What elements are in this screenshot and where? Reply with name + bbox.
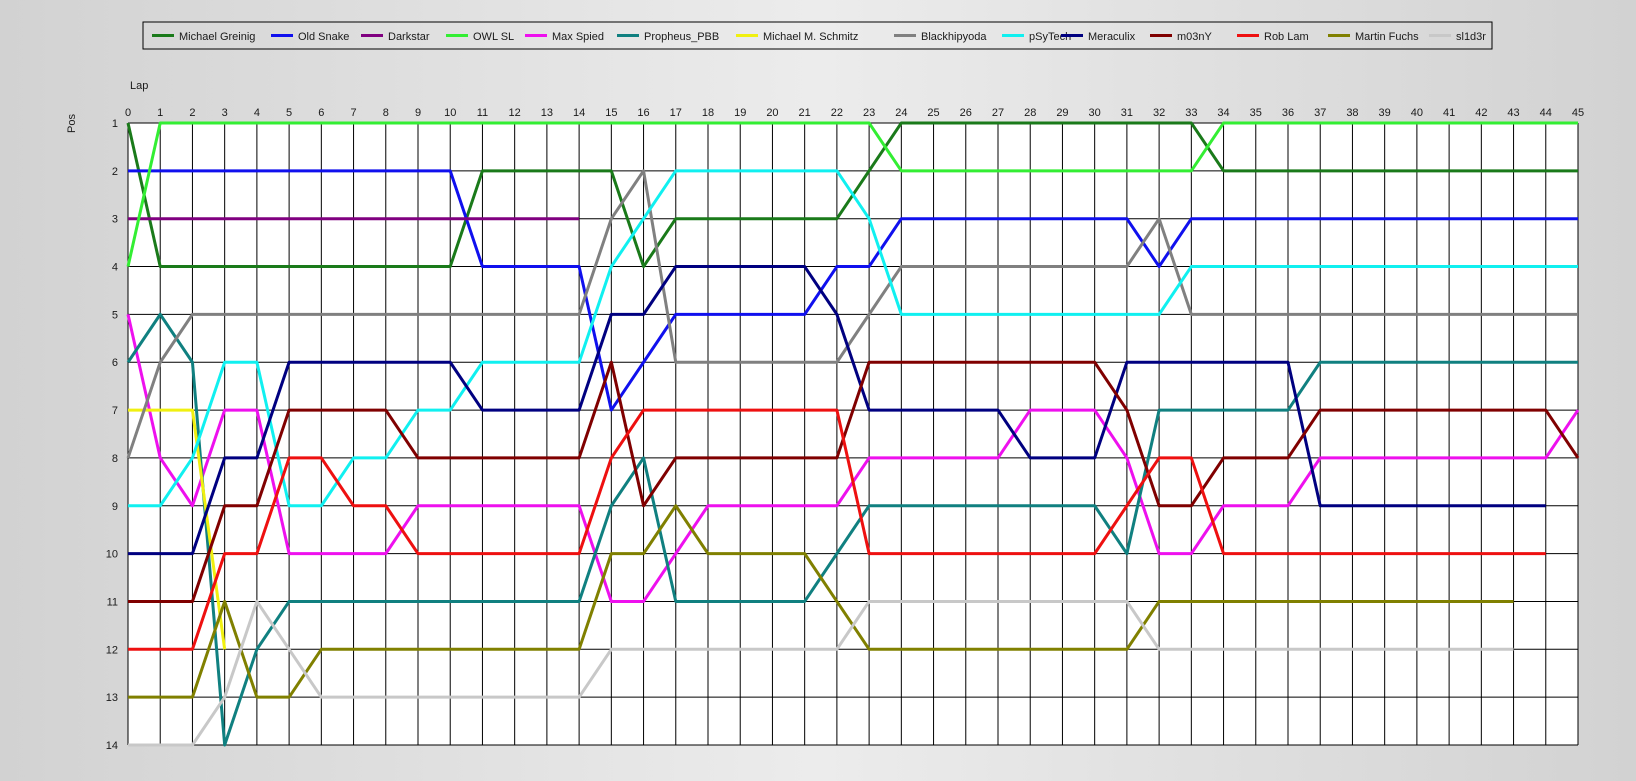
y-tick-label: 3 [112,214,118,226]
y-tick-label: 8 [112,453,118,465]
legend-entry: pSyTech [1002,31,1071,43]
y-tick-label: 1 [112,118,118,130]
x-tick-label: 7 [350,107,356,119]
x-tick-label: 27 [992,107,1004,119]
x-tick-label: 3 [222,107,228,119]
x-tick-label: 33 [1185,107,1197,119]
x-tick-label: 45 [1572,107,1584,119]
x-tick-label: 31 [1121,107,1133,119]
legend-label: Max Spied [552,31,604,43]
legend-entry: Max Spied [525,31,604,43]
x-tick-label: 16 [637,107,649,119]
x-tick-label: 14 [573,107,585,119]
x-tick-label: 22 [831,107,843,119]
legend-label: Old Snake [298,31,349,43]
legend-entry: Meraculix [1061,31,1136,43]
y-tick-label: 6 [112,357,118,369]
x-tick-label: 1 [157,107,163,119]
x-tick-label: 13 [541,107,553,119]
legend-entry: Propheus_PBB [617,31,719,43]
x-tick-label: 44 [1540,107,1552,119]
legend: Michael Greinig Old Snake Darkstar OWL SL Ma… [142,21,1493,50]
legend-entry: Rob Lam [1237,31,1309,43]
y-tick-label: 12 [106,644,118,656]
x-tick-label: 32 [1153,107,1165,119]
x-tick-label: 38 [1346,107,1358,119]
y-tick-label: 11 [107,596,118,608]
y-tick-label: 7 [112,405,118,417]
legend-entry: Michael Greinig [152,31,255,43]
y-tick-label: 2 [112,166,118,178]
legend-label: Michael Greinig [179,31,255,43]
y-tick-label: 5 [112,309,118,321]
x-tick-label: 39 [1379,107,1391,119]
legend-label: Rob Lam [1264,31,1309,43]
x-tick-label: 6 [318,107,324,119]
x-tick-label: 0 [125,107,131,119]
x-tick-label: 11 [477,107,488,119]
x-tick-label: 29 [1056,107,1068,119]
x-tick-label: 12 [509,107,521,119]
x-axis-label: Lap [130,80,148,92]
y-tick-label: 13 [106,692,118,704]
x-tick-label: 8 [383,107,389,119]
x-tick-label: 41 [1443,107,1455,119]
x-tick-label: 24 [895,107,907,119]
plot-background [128,123,1578,745]
race-position-chart: Michael Greinig Old Snake Darkstar OWL SL Ma… [0,0,1636,776]
x-tick-label: 30 [1089,107,1101,119]
legend-entry: Darkstar [361,31,430,43]
x-tick-label: 21 [799,107,811,119]
x-tick-label: 5 [286,107,292,119]
x-tick-label: 20 [766,107,778,119]
y-tick-label: 4 [112,262,118,274]
x-tick-label: 18 [702,107,714,119]
x-tick-label: 40 [1411,107,1423,119]
x-tick-label: 28 [1024,107,1036,119]
x-tick-label: 37 [1314,107,1326,119]
legend-label: Blackhipyoda [921,31,987,43]
legend-label: Michael M. Schmitz [763,31,858,43]
legend-label: Darkstar [388,31,430,43]
x-tick-label: 9 [415,107,421,119]
x-tick-label: 43 [1507,107,1519,119]
legend-entry: OWL SL [446,31,514,43]
legend-label: Meraculix [1088,31,1136,43]
chart-canvas: Michael Greinig Old Snake Darkstar OWL SL Ma… [66,21,1584,752]
legend-entry: sl1d3r [1429,31,1486,43]
y-tick-label: 9 [112,501,118,513]
legend-entry: Michael M. Schmitz [736,31,858,43]
x-tick-label: 17 [670,107,682,119]
x-tick-label: 34 [1217,107,1229,119]
x-tick-label: 4 [254,107,260,119]
x-tick-label: 35 [1250,107,1262,119]
x-tick-label: 23 [863,107,875,119]
grid [127,122,1579,746]
legend-entry: m03nY [1150,31,1213,43]
y-axis-label: Pos [66,114,78,133]
legend-label: m03nY [1177,31,1213,43]
legend-label: OWL SL [473,31,514,43]
legend-entry: Martin Fuchs [1328,31,1419,43]
legend-entry: Blackhipyoda [894,31,987,43]
x-tick-label: 42 [1475,107,1487,119]
x-tick-label: 19 [734,107,746,119]
x-tick-label: 25 [927,107,939,119]
legend-label: Propheus_PBB [644,31,719,43]
y-tick-label: 10 [106,549,118,561]
x-tick-label: 15 [605,107,617,119]
x-tick-label: 26 [960,107,972,119]
x-tick-label: 36 [1282,107,1294,119]
x-tick-label: 10 [444,107,456,119]
legend-entry: Old Snake [271,31,349,43]
legend-label: Martin Fuchs [1355,31,1419,43]
y-tick-label: 14 [106,740,118,752]
legend-label: sl1d3r [1456,31,1486,43]
x-tick-label: 2 [189,107,195,119]
